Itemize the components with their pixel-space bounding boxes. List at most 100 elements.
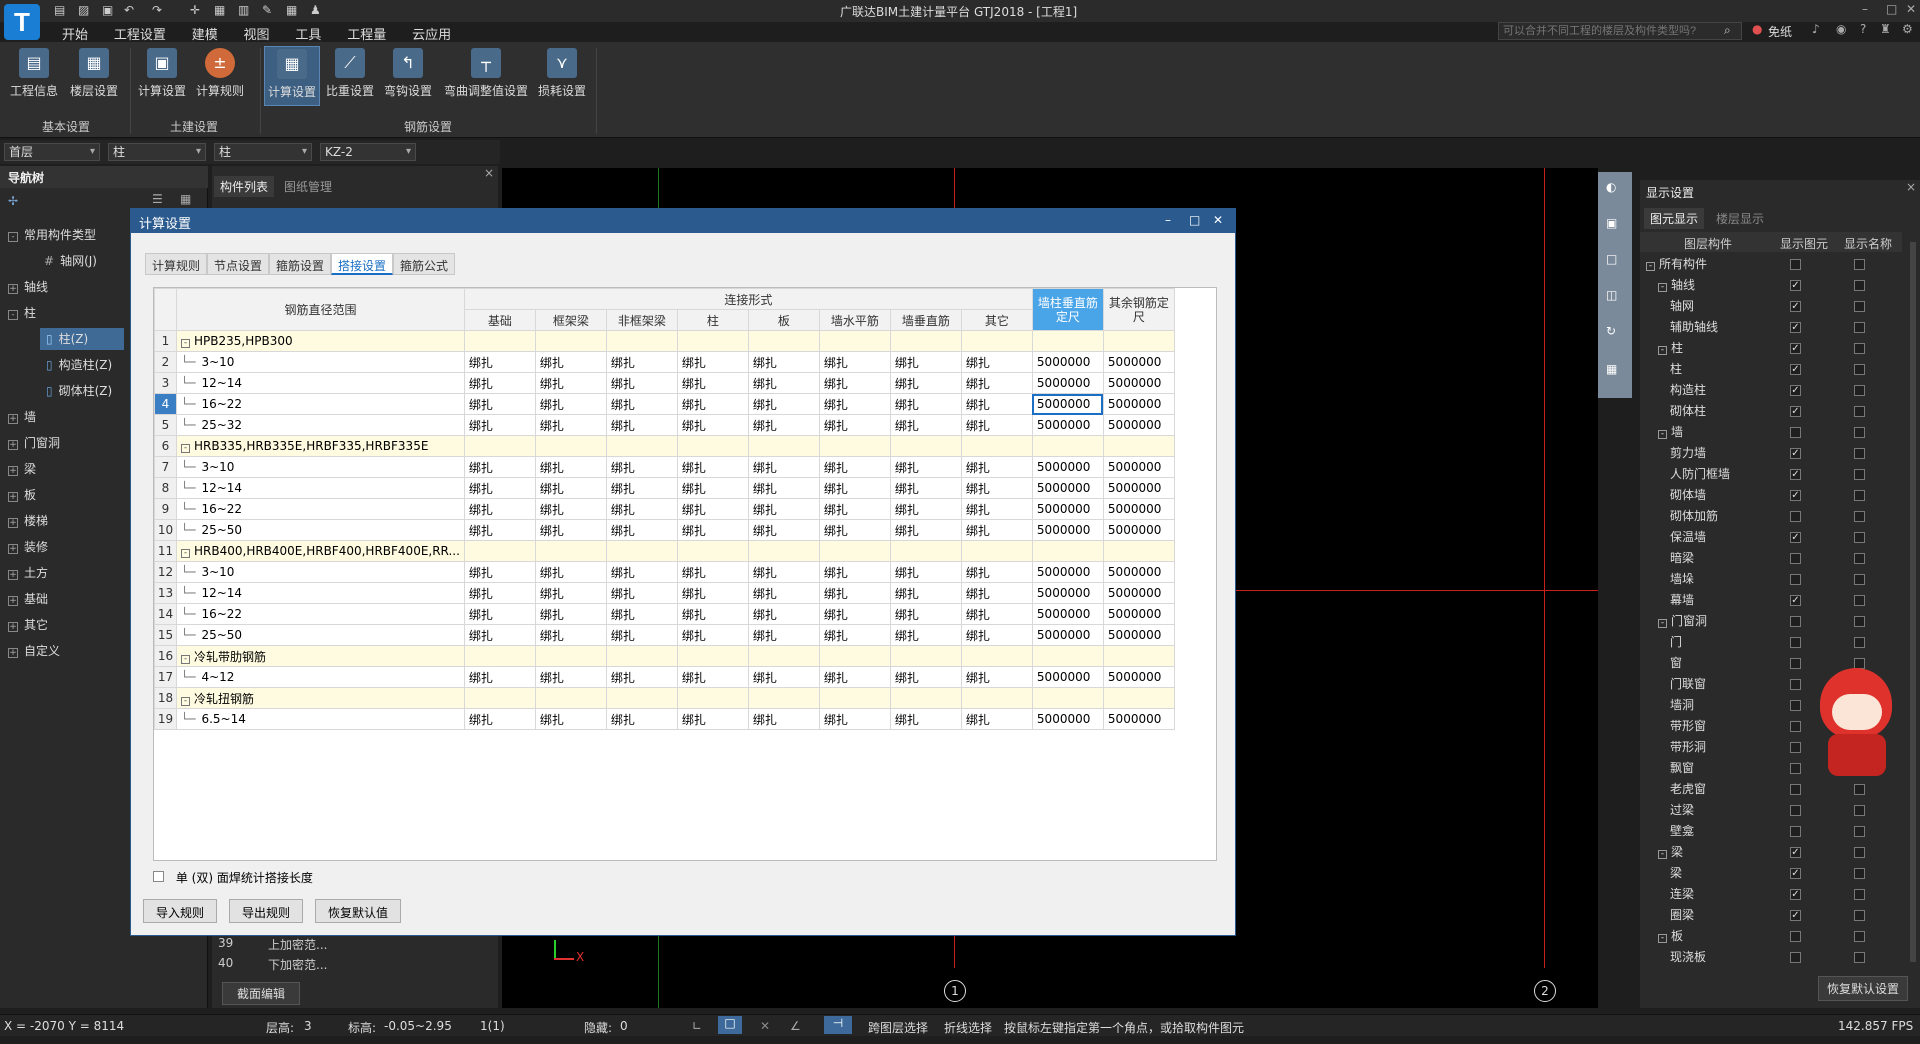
- connection-cell[interactable]: 绑扎: [818, 456, 891, 478]
- close-panel-icon[interactable]: ×: [484, 166, 494, 180]
- mascot-image[interactable]: [1814, 668, 1900, 780]
- table-row[interactable]: 15 └─ 25~50 绑扎 绑扎 绑扎 绑扎 绑扎 绑扎 绑扎 绑扎 5000000 5000000: [154, 624, 1175, 646]
- connection-cell[interactable]: 绑扎: [605, 519, 678, 541]
- connection-cell[interactable]: 绑扎: [889, 561, 962, 583]
- menu-project-settings[interactable]: 工程设置: [114, 22, 166, 43]
- help-icon[interactable]: ?: [1860, 22, 1866, 36]
- connection-cell[interactable]: 绑扎: [889, 582, 962, 604]
- nav-custom[interactable]: + 自定义: [8, 640, 60, 662]
- connection-cell[interactable]: [676, 540, 749, 562]
- other-length-cell[interactable]: 5000000: [1102, 393, 1175, 415]
- nav-earthwork[interactable]: + 土方: [8, 562, 48, 584]
- connection-cell[interactable]: [818, 687, 891, 709]
- display-row[interactable]: 幕墙 ✓: [1640, 590, 1900, 611]
- dialog-minimize-icon[interactable]: –: [1165, 213, 1171, 227]
- show-element-checkbox[interactable]: [1790, 259, 1801, 270]
- show-name-checkbox[interactable]: [1854, 910, 1865, 921]
- expand-icon[interactable]: +: [8, 648, 18, 658]
- connection-cell[interactable]: [747, 645, 820, 667]
- wall-column-length-cell[interactable]: 5000000: [1031, 393, 1104, 415]
- show-element-checkbox[interactable]: [1790, 952, 1801, 963]
- connection-cell[interactable]: 绑扎: [534, 582, 607, 604]
- range-cell[interactable]: └─ 6.5~14: [176, 708, 465, 730]
- connection-cell[interactable]: 绑扎: [747, 414, 820, 436]
- display-row[interactable]: 轴网 ✓: [1640, 296, 1900, 317]
- tab-lap-settings[interactable]: 搭接设置: [331, 253, 394, 275]
- connection-cell[interactable]: 绑扎: [960, 372, 1033, 394]
- display-row[interactable]: 连梁 ✓: [1640, 884, 1900, 905]
- row-index[interactable]: 2: [154, 351, 177, 373]
- show-name-checkbox[interactable]: [1854, 553, 1865, 564]
- range-cell[interactable]: └─ 3~10: [176, 351, 465, 373]
- settings-icon[interactable]: ⚙: [1902, 22, 1913, 36]
- connection-cell[interactable]: [889, 687, 962, 709]
- connection-cell[interactable]: 绑扎: [463, 561, 536, 583]
- weld-checkbox[interactable]: [153, 871, 164, 882]
- display-row[interactable]: 过梁: [1640, 800, 1900, 821]
- show-element-checkbox[interactable]: [1790, 427, 1801, 438]
- display-row[interactable]: 保温墙 ✓: [1640, 527, 1900, 548]
- row-index[interactable]: 19: [154, 708, 177, 730]
- connection-cell[interactable]: [534, 687, 607, 709]
- user-name[interactable]: 免纸: [1768, 23, 1792, 40]
- connection-cell[interactable]: 绑扎: [747, 603, 820, 625]
- type-select[interactable]: 柱: [214, 143, 312, 161]
- connection-cell[interactable]: [605, 435, 678, 457]
- menu-cloud[interactable]: 云应用: [412, 22, 451, 43]
- row-index[interactable]: 13: [154, 582, 177, 604]
- show-name-checkbox[interactable]: [1854, 532, 1865, 543]
- other-length-cell[interactable]: 5000000: [1102, 561, 1175, 583]
- expand-icon[interactable]: +: [8, 544, 18, 554]
- connection-cell[interactable]: 绑扎: [889, 477, 962, 499]
- row-index[interactable]: 9: [154, 498, 177, 520]
- connection-cell[interactable]: 绑扎: [889, 393, 962, 415]
- show-element-checkbox[interactable]: ✓: [1790, 469, 1801, 480]
- display-row[interactable]: - 所有构件: [1640, 254, 1900, 275]
- connection-cell[interactable]: [676, 435, 749, 457]
- weld-checkbox-row[interactable]: 单 (双) 面焊统计搭接长度: [153, 869, 313, 886]
- connection-cell[interactable]: 绑扎: [960, 561, 1033, 583]
- other-length-cell[interactable]: 5000000: [1102, 372, 1175, 394]
- wall-column-length-cell[interactable]: 5000000: [1031, 582, 1104, 604]
- connection-cell[interactable]: 绑扎: [818, 498, 891, 520]
- connection-cell[interactable]: [818, 330, 891, 352]
- menu-tools[interactable]: 工具: [295, 22, 321, 43]
- connection-cell[interactable]: [818, 540, 891, 562]
- connection-cell[interactable]: 绑扎: [534, 351, 607, 373]
- row-index[interactable]: 3: [154, 372, 177, 394]
- floor-select[interactable]: 首层: [4, 143, 100, 161]
- nav-slab[interactable]: + 板: [8, 484, 36, 506]
- orbit-icon[interactable]: ◐: [1606, 180, 1616, 194]
- wall-column-length-cell[interactable]: 5000000: [1031, 519, 1104, 541]
- show-name-checkbox[interactable]: [1854, 889, 1865, 900]
- connection-cell[interactable]: 绑扎: [605, 603, 678, 625]
- other-length-cell[interactable]: 5000000: [1102, 708, 1175, 730]
- show-element-checkbox[interactable]: [1790, 511, 1801, 522]
- col-other-length[interactable]: 其余钢筋定尺: [1102, 288, 1175, 331]
- other-length-cell[interactable]: 5000000: [1102, 624, 1175, 646]
- connection-cell[interactable]: 绑扎: [818, 414, 891, 436]
- nav-axis-grid[interactable]: # 轴网(J): [44, 250, 97, 272]
- expand-icon[interactable]: +: [8, 440, 18, 450]
- group-label-cell[interactable]: - 冷轧扭钢筋: [176, 687, 465, 709]
- floor-settings-button[interactable]: ▦ 楼层设置: [66, 46, 122, 106]
- menu-start[interactable]: 开始: [62, 22, 88, 43]
- collapse-icon[interactable]: -: [181, 549, 190, 558]
- tab-element-display[interactable]: 图元显示: [1644, 208, 1705, 229]
- connection-cell[interactable]: 绑扎: [676, 582, 749, 604]
- axis-label-1[interactable]: 1: [944, 980, 966, 1002]
- expand-icon[interactable]: +: [8, 284, 18, 294]
- table-row[interactable]: 7 └─ 3~10 绑扎 绑扎 绑扎 绑扎 绑扎 绑扎 绑扎 绑扎 5000000 5000000: [154, 456, 1175, 478]
- wall-column-length-cell[interactable]: 5000000: [1031, 477, 1104, 499]
- rebar-calc-settings-button[interactable]: ▦ 计算设置: [264, 46, 320, 106]
- connection-cell[interactable]: [534, 330, 607, 352]
- group-label-cell[interactable]: - HRB335,HRB335E,HRBF335,HRBF335E: [176, 435, 465, 457]
- connection-cell[interactable]: 绑扎: [534, 603, 607, 625]
- connection-cell[interactable]: 绑扎: [534, 477, 607, 499]
- connection-cell[interactable]: [605, 330, 678, 352]
- connection-cell[interactable]: 绑扎: [747, 519, 820, 541]
- display-row[interactable]: 砌体墙 ✓: [1640, 485, 1900, 506]
- hook-settings-button[interactable]: ↰ 弯钩设置: [380, 46, 436, 106]
- display-row[interactable]: 辅助轴线 ✓: [1640, 317, 1900, 338]
- connection-cell[interactable]: 绑扎: [463, 456, 536, 478]
